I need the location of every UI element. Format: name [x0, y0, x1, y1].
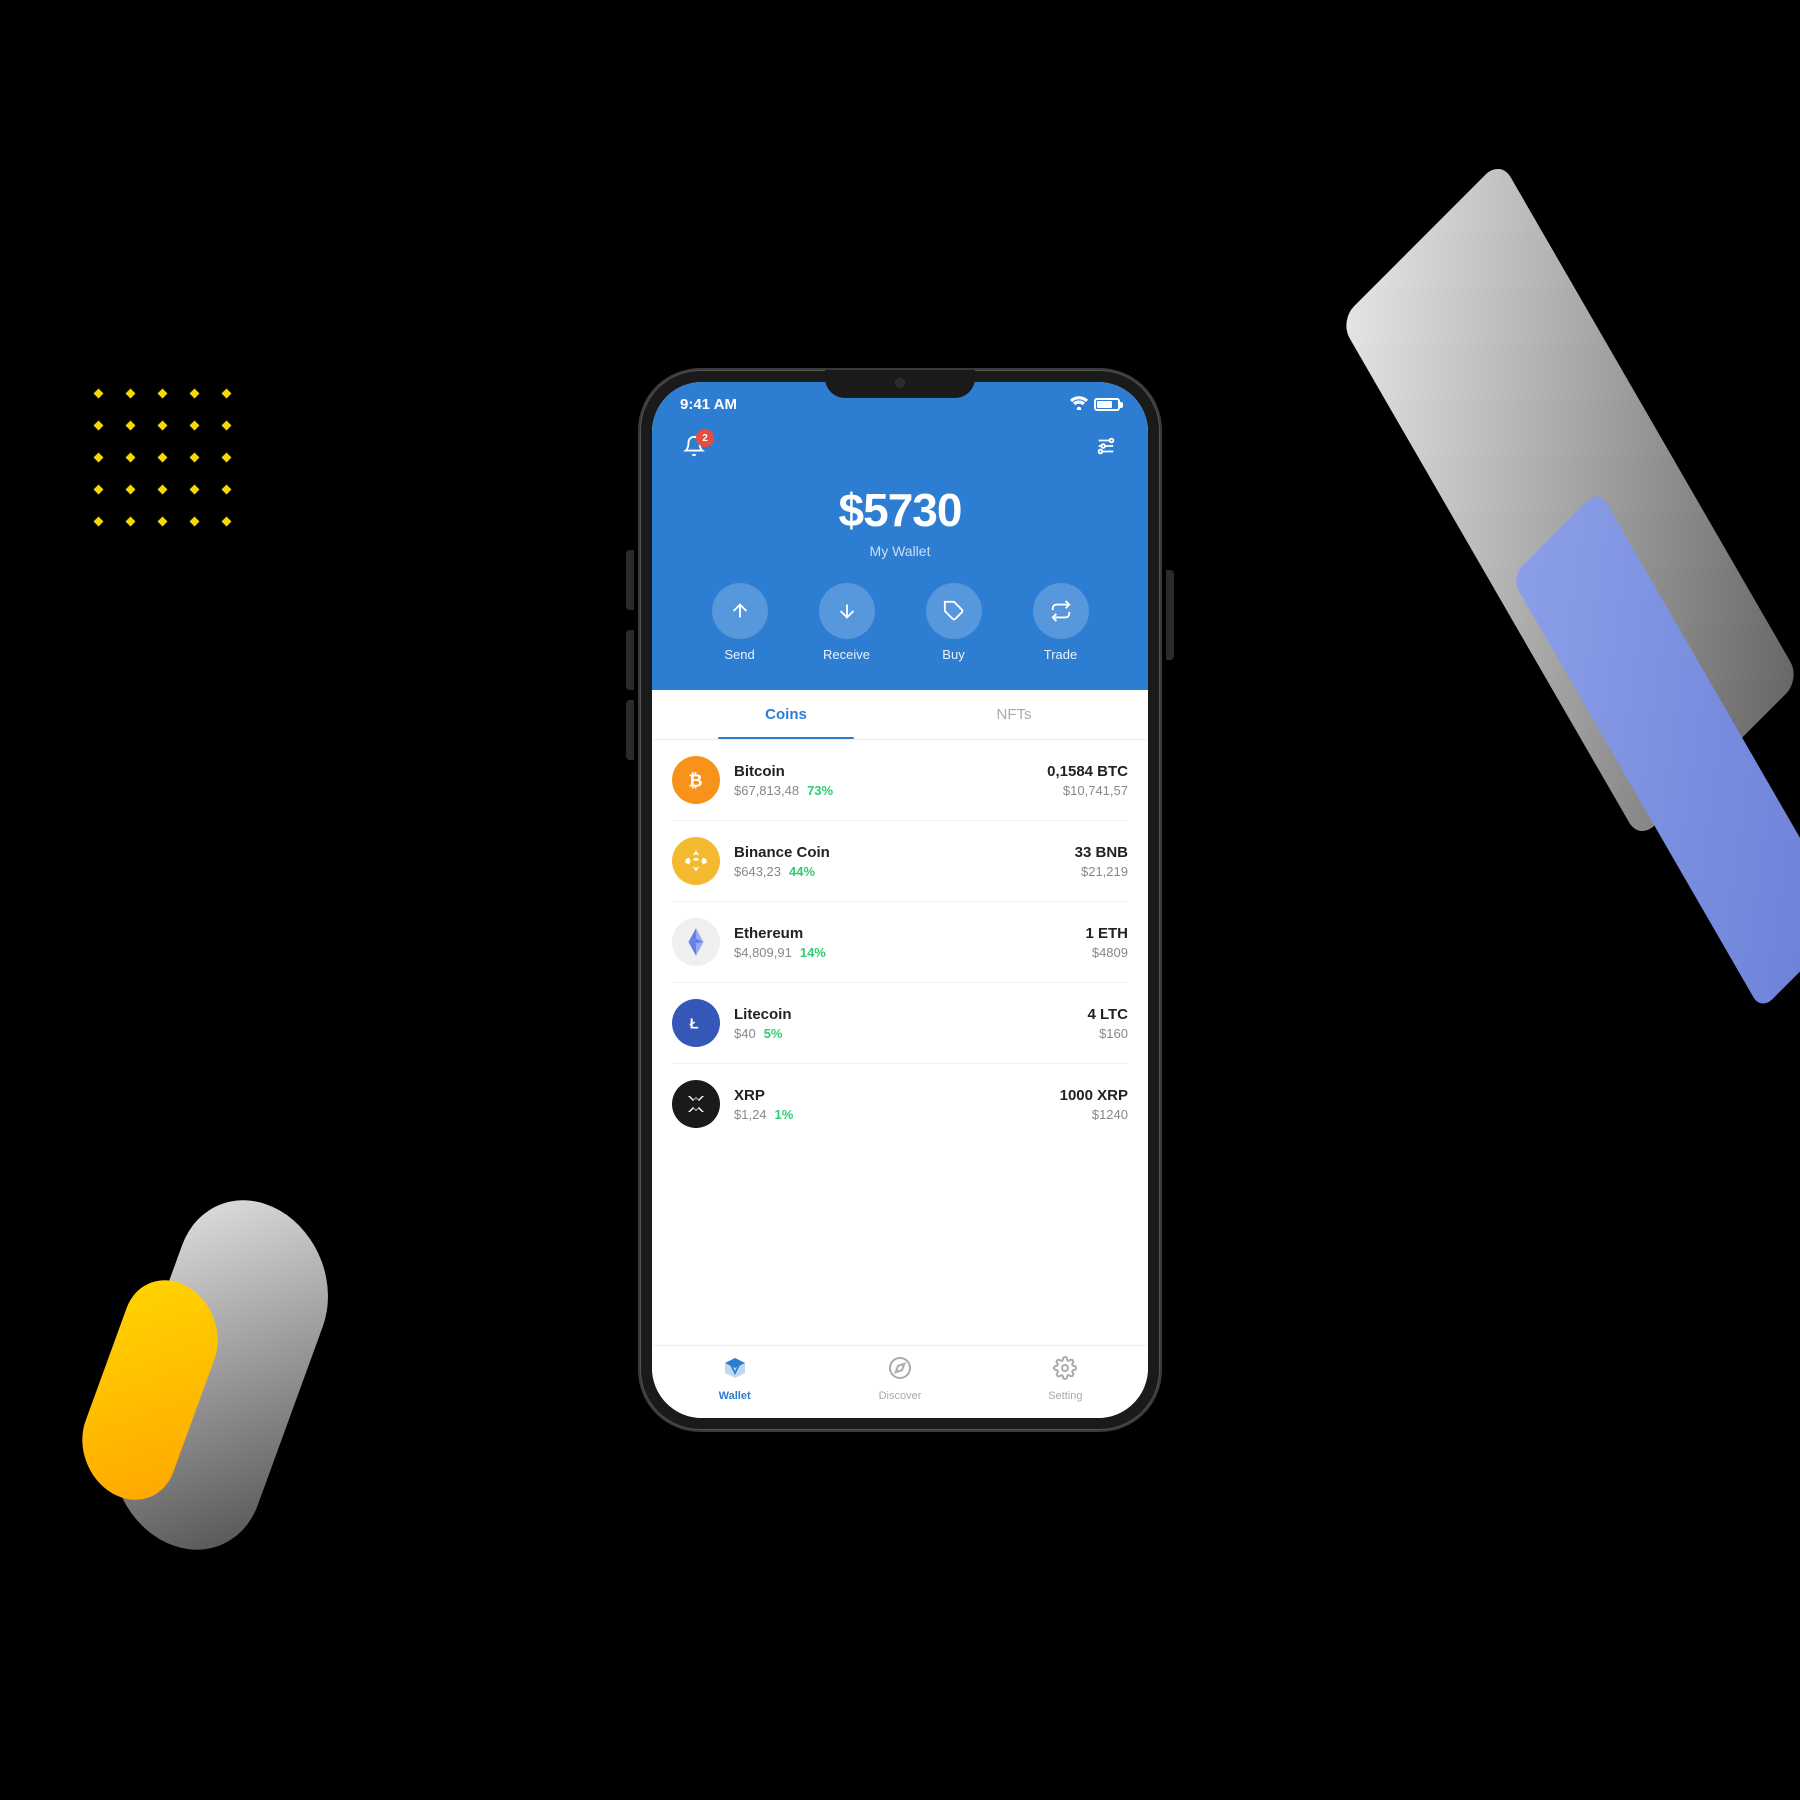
ltc-info: Litecoin $40 5% [734, 1006, 1087, 1041]
ltc-price: $40 [734, 1026, 756, 1041]
phone-frame: 9:41 AM [640, 370, 1160, 1430]
nav-wallet[interactable]: Wallet [705, 1356, 765, 1402]
wallet-label: My Wallet [676, 543, 1124, 559]
tab-coins[interactable]: Coins [672, 690, 900, 739]
send-button-circle [712, 583, 768, 639]
btc-value: $10,741,57 [1047, 783, 1128, 798]
xrp-price-row: $1,24 1% [734, 1107, 1060, 1122]
eth-balance: 1 ETH $4809 [1085, 925, 1128, 960]
notch [825, 370, 975, 398]
decorative-dots [95, 390, 241, 536]
ltc-value: $160 [1087, 1026, 1128, 1041]
receive-button[interactable]: Receive [819, 583, 875, 662]
nav-discover-label: Discover [879, 1390, 922, 1402]
bnb-price-row: $643,23 44% [734, 864, 1075, 879]
wallet-amount-display: $5730 [676, 483, 1124, 537]
main-content: Coins NFTs ₿ [652, 690, 1148, 1345]
setting-nav-icon [1053, 1356, 1077, 1386]
battery-icon [1094, 398, 1120, 411]
status-icons [1070, 396, 1120, 413]
coin-row-ltc[interactable]: Ł Litecoin $40 5% 4 LTC $160 [672, 983, 1128, 1064]
eth-price-row: $4,809,91 14% [734, 945, 1085, 960]
coin-row-xrp[interactable]: XRP $1,24 1% 1000 XRP $1240 [672, 1064, 1128, 1144]
trade-button-circle [1033, 583, 1089, 639]
xrp-balance: 1000 XRP $1240 [1060, 1087, 1128, 1122]
nav-setting[interactable]: Setting [1035, 1356, 1095, 1402]
xrp-info: XRP $1,24 1% [734, 1087, 1060, 1122]
header-top-row: 2 [676, 431, 1124, 467]
ltc-amount: 4 LTC [1087, 1006, 1128, 1023]
tabs-row: Coins NFTs [652, 690, 1148, 740]
xrp-amount: 1000 XRP [1060, 1087, 1128, 1104]
receive-label: Receive [823, 647, 870, 662]
bottom-nav: Wallet Discover [652, 1345, 1148, 1418]
action-buttons-row: Send Receive [676, 583, 1124, 662]
tab-nfts[interactable]: NFTs [900, 690, 1128, 739]
btc-price: $67,813,48 [734, 783, 799, 798]
xrp-name: XRP [734, 1087, 1060, 1104]
ltc-change: 5% [764, 1026, 783, 1041]
buy-button[interactable]: Buy [926, 583, 982, 662]
btc-icon: ₿ [672, 756, 720, 804]
svg-text:₿: ₿ [688, 771, 702, 791]
btc-name: Bitcoin [734, 763, 1047, 780]
coin-row-eth[interactable]: Ethereum $4,809,91 14% 1 ETH $4809 [672, 902, 1128, 983]
eth-change: 14% [800, 945, 826, 960]
phone-screen: 9:41 AM [652, 382, 1148, 1418]
bnb-price: $643,23 [734, 864, 781, 879]
xrp-value: $1240 [1060, 1107, 1128, 1122]
btc-balance: 0,1584 BTC $10,741,57 [1047, 763, 1128, 798]
send-button[interactable]: Send [712, 583, 768, 662]
header-section: 2 [652, 421, 1148, 690]
xrp-icon [672, 1080, 720, 1128]
filter-settings-button[interactable] [1088, 431, 1124, 467]
bnb-change: 44% [789, 864, 815, 879]
buy-label: Buy [942, 647, 964, 662]
bnb-value: $21,219 [1075, 864, 1128, 879]
eth-info: Ethereum $4,809,91 14% [734, 925, 1085, 960]
trade-button[interactable]: Trade [1033, 583, 1089, 662]
btc-price-row: $67,813,48 73% [734, 783, 1047, 798]
wallet-nav-icon [723, 1356, 747, 1386]
trade-label: Trade [1044, 647, 1077, 662]
ltc-price-row: $40 5% [734, 1026, 1087, 1041]
eth-value: $4809 [1085, 945, 1128, 960]
bnb-icon [672, 837, 720, 885]
nav-wallet-label: Wallet [719, 1390, 751, 1402]
xrp-price: $1,24 [734, 1107, 767, 1122]
nav-discover[interactable]: Discover [870, 1356, 930, 1402]
wifi-icon [1070, 396, 1088, 413]
coin-row-bnb[interactable]: Binance Coin $643,23 44% 33 BNB $21,219 [672, 821, 1128, 902]
bnb-info: Binance Coin $643,23 44% [734, 844, 1075, 879]
eth-price: $4,809,91 [734, 945, 792, 960]
camera [895, 378, 905, 388]
svg-text:Ł: Ł [690, 1017, 699, 1033]
status-time: 9:41 AM [680, 396, 737, 413]
coin-row-btc[interactable]: ₿ Bitcoin $67,813,48 73% 0,1584 BTC [672, 740, 1128, 821]
notification-button[interactable]: 2 [676, 431, 712, 467]
xrp-change: 1% [775, 1107, 794, 1122]
discover-nav-icon [888, 1356, 912, 1386]
ltc-balance: 4 LTC $160 [1087, 1006, 1128, 1041]
send-label: Send [724, 647, 754, 662]
buy-button-circle [926, 583, 982, 639]
notification-badge: 2 [696, 429, 714, 447]
btc-change: 73% [807, 783, 833, 798]
bnb-amount: 33 BNB [1075, 844, 1128, 861]
bnb-balance: 33 BNB $21,219 [1075, 844, 1128, 879]
eth-name: Ethereum [734, 925, 1085, 942]
wallet-total-value: $5730 [676, 483, 1124, 537]
eth-amount: 1 ETH [1085, 925, 1128, 942]
ltc-name: Litecoin [734, 1006, 1087, 1023]
eth-icon [672, 918, 720, 966]
receive-button-circle [819, 583, 875, 639]
btc-amount: 0,1584 BTC [1047, 763, 1128, 780]
coins-list: ₿ Bitcoin $67,813,48 73% 0,1584 BTC [652, 740, 1148, 1144]
bnb-name: Binance Coin [734, 844, 1075, 861]
phone-wrapper: 9:41 AM [640, 370, 1160, 1430]
btc-info: Bitcoin $67,813,48 73% [734, 763, 1047, 798]
filter-icon [1095, 435, 1117, 463]
ltc-icon: Ł [672, 999, 720, 1047]
nav-setting-label: Setting [1048, 1390, 1082, 1402]
